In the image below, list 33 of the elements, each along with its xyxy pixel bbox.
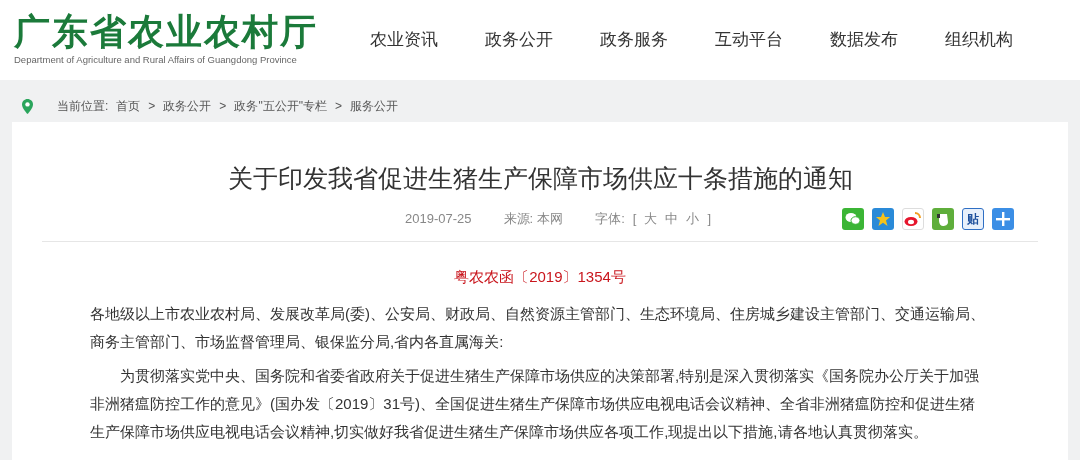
nav-link[interactable]: 农业资讯: [346, 27, 461, 53]
tieba-share-button[interactable]: 贴: [962, 208, 984, 230]
share-chat-icon[interactable]: [842, 208, 864, 230]
site-logo-subtitle: Department of Agriculture and Rural Affairs of Guangdong Province: [14, 52, 298, 67]
breadcrumb-label: 当前位置:: [57, 98, 109, 115]
font-size-link[interactable]: 大: [644, 209, 658, 229]
breadcrumb-link[interactable]: 政务公开: [163, 97, 212, 115]
breadcrumb-link[interactable]: 首页: [116, 97, 141, 115]
share-plus-icon[interactable]: [992, 208, 1014, 230]
source-value: 本网: [537, 210, 564, 229]
nav-link[interactable]: 数据发布: [806, 27, 921, 53]
nav-link[interactable]: 组织机构: [921, 27, 1036, 53]
breadcrumb-link[interactable]: 服务公开: [349, 97, 398, 115]
article-title: 关于印发我省促进生猪生产保障市场供应十条措施的通知: [226, 163, 854, 194]
font-size-link[interactable]: 小: [686, 209, 700, 229]
location-pin-icon: [22, 98, 33, 114]
font-size-label: 字体:: [595, 210, 625, 229]
breadcrumb-link[interactable]: 政务"五公开"专栏: [234, 97, 327, 115]
bracket: ]: [707, 210, 711, 229]
source-label: 来源:: [503, 210, 534, 229]
site-logo-title: 广东省农业农村厅: [14, 12, 318, 49]
breadcrumb-separator: >: [334, 98, 342, 115]
salutation-paragraph: 各地级以上市农业农村局、发展改革局(委)、公安局、财政局、自然资源主管部门、生态环境局、住房城乡建设主管部门、交通运输局、商务主管部门、市场监督管理局、银保监分局,省内各直属海关:: [90, 304, 986, 352]
nav-link[interactable]: 互动平台: [691, 27, 806, 53]
document-number: 粤农农函〔2019〕1354号: [453, 266, 627, 287]
publish-date: 2019-07-25: [405, 210, 472, 229]
nav-link[interactable]: 政务服务: [576, 27, 691, 53]
breadcrumb-separator: >: [148, 98, 156, 115]
nav-link[interactable]: 政务公开: [461, 27, 576, 53]
bracket: [: [632, 210, 637, 229]
body-paragraph: 为贯彻落实党中央、国务院和省委省政府关于促进生猪生产保障市场供应的决策部署,特别是深入贯彻落实《国务院办公厅关于加强非洲猪瘟防控工作的意见》(国办发〔2019〕31号)、全国促进生猪生产保障市场供应电视电话会议精神、全省非洲猪瘟防控和促进生猪生产保障市场供应电视电话会议精神,切实做好我省促进生猪生产保障市场供应各项工作,现提出以下措施,请各地认真贯彻落实。: [90, 366, 981, 442]
font-size-link[interactable]: 中: [665, 209, 679, 229]
breadcrumb-separator: >: [219, 98, 227, 115]
